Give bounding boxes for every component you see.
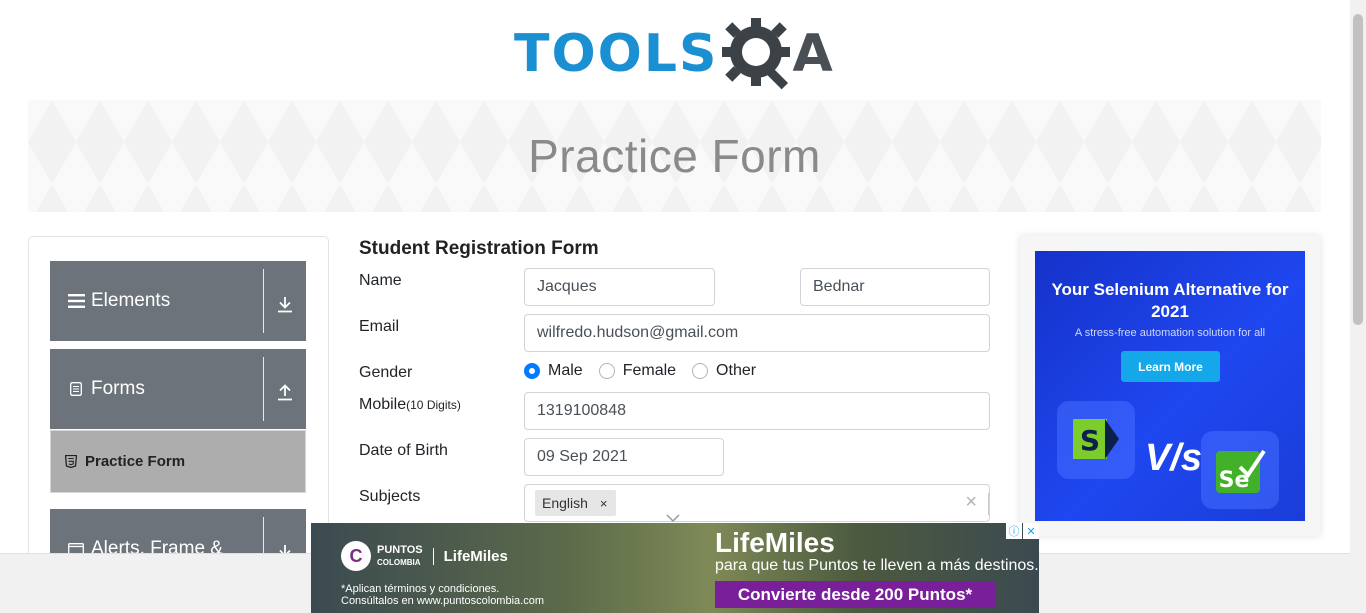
chip-label: English bbox=[542, 495, 588, 511]
legal-line: *Aplican términos y condiciones. bbox=[341, 583, 500, 595]
sidebar-group-elements[interactable]: Elements bbox=[50, 261, 306, 341]
menu-icon bbox=[67, 294, 85, 308]
mobile-label-text: Mobile bbox=[359, 396, 407, 413]
ad-close-icon[interactable]: ✕ bbox=[1023, 523, 1039, 539]
gender-radio-other[interactable]: Other bbox=[692, 362, 756, 380]
scrollbar-thumb[interactable] bbox=[1353, 14, 1363, 325]
gender-radio-male[interactable]: Male bbox=[524, 362, 583, 380]
form-title: Student Registration Form bbox=[359, 238, 599, 259]
selenium-letters: Se bbox=[1219, 468, 1250, 493]
radio-unchecked-icon[interactable] bbox=[598, 363, 615, 379]
dob-label: Date of Birth bbox=[359, 442, 448, 459]
html5-icon bbox=[65, 455, 77, 468]
mobile-input[interactable]: 1319100848 bbox=[524, 392, 990, 430]
gender-radio-female[interactable]: Female bbox=[598, 362, 677, 380]
vertical-scrollbar[interactable] bbox=[1350, 0, 1366, 613]
brand-colombia: COLOMBIA bbox=[377, 557, 421, 567]
upload-arrow-icon[interactable] bbox=[264, 349, 306, 429]
gender-label: Gender bbox=[359, 364, 413, 381]
ad-brand-row: C PUNTOS COLOMBIA LifeMiles bbox=[341, 541, 508, 571]
radio-label: Other bbox=[716, 362, 757, 379]
selenium-logo-icon: Se bbox=[1201, 431, 1279, 509]
katalon-letter: S bbox=[1080, 424, 1100, 457]
subjects-label: Subjects bbox=[359, 488, 421, 505]
radio-label: Male bbox=[548, 362, 583, 379]
sidebar-group-forms[interactable]: Forms bbox=[50, 349, 306, 429]
subject-chip-english: English × bbox=[535, 490, 616, 516]
sidebar-item-label: Practice Form bbox=[85, 453, 186, 470]
sidebar-group-label: Elements bbox=[91, 290, 171, 311]
email-label: Email bbox=[359, 318, 400, 335]
clear-icon[interactable]: × bbox=[965, 492, 977, 512]
brand-puntos: PUNTOS bbox=[377, 543, 423, 556]
gear-magnifier-icon bbox=[720, 16, 796, 92]
email-input[interactable]: wilfredo.hudson@gmail.com bbox=[524, 314, 990, 352]
versus-text: V/s bbox=[1145, 437, 1203, 479]
bottom-ad-banner[interactable]: C PUNTOS COLOMBIA LifeMiles *Aplican tér… bbox=[311, 523, 1039, 613]
puntos-logo-icon: C bbox=[341, 541, 371, 571]
last-name-input[interactable]: Bednar bbox=[800, 268, 990, 306]
ad-tagline: para que tus Puntos te lleven a más dest… bbox=[715, 557, 1039, 574]
ad-brand-lifemiles: LifeMiles bbox=[432, 547, 508, 565]
ad-title: Your Selenium Alternative for 2021 bbox=[1051, 280, 1289, 321]
chip-remove-icon[interactable]: × bbox=[600, 496, 608, 511]
mobile-value: 1319100848 bbox=[537, 402, 626, 419]
ad-brand-puntos: PUNTOS COLOMBIA bbox=[377, 544, 423, 569]
radio-checked-icon[interactable] bbox=[524, 363, 540, 379]
first-name-value: Jacques bbox=[537, 278, 597, 295]
katalon-logo-icon: S bbox=[1057, 401, 1135, 479]
ad-info-icon[interactable]: ⓘ bbox=[1006, 523, 1022, 539]
page-banner: Practice Form bbox=[28, 100, 1321, 212]
sidebar-group-label: Forms bbox=[91, 378, 145, 399]
download-arrow-icon[interactable] bbox=[264, 261, 306, 341]
first-name-input[interactable]: Jacques bbox=[524, 268, 715, 306]
dob-value: 09 Sep 2021 bbox=[537, 448, 628, 465]
sidebar-item-practice-form[interactable]: Practice Form bbox=[50, 430, 306, 493]
logo-text: TOOLS bbox=[514, 24, 719, 84]
gender-radio-group: Male Female Other bbox=[524, 362, 772, 380]
name-label: Name bbox=[359, 272, 402, 289]
date-of-birth-input[interactable]: 09 Sep 2021 bbox=[524, 438, 724, 476]
radio-unchecked-icon[interactable] bbox=[692, 363, 709, 379]
email-value: wilfredo.hudson@gmail.com bbox=[537, 324, 739, 341]
ad-cta-button[interactable]: Convierte desde 200 Puntos* bbox=[715, 581, 995, 608]
mobile-hint: (10 Digits) bbox=[406, 398, 461, 412]
ad-subtitle: A stress-free automation solution for al… bbox=[1074, 327, 1266, 339]
ad-legal: *Aplican términos y condiciones. Consúlt… bbox=[341, 583, 544, 607]
divider bbox=[988, 493, 989, 515]
page-title: Practice Form bbox=[528, 130, 821, 182]
ad-controls: ⓘ ✕ bbox=[1005, 523, 1039, 539]
radio-label: Female bbox=[622, 362, 677, 379]
toolsqa-logo[interactable]: TOOLS A bbox=[514, 16, 840, 92]
page: TOOLS A Practice Form Elements Forms Pra… bbox=[0, 0, 1366, 613]
last-name-value: Bednar bbox=[813, 278, 865, 295]
legal-line: Consúltalos en www.puntoscolombia.com bbox=[341, 595, 544, 607]
mobile-label: Mobile(10 Digits) bbox=[359, 396, 461, 414]
document-icon bbox=[67, 382, 85, 396]
ad-headline: LifeMiles bbox=[715, 527, 835, 558]
subjects-input[interactable]: English × × bbox=[524, 484, 990, 522]
learn-more-button[interactable]: Learn More bbox=[1121, 351, 1220, 382]
right-ad-banner[interactable]: Your Selenium Alternative for 2021 A str… bbox=[1035, 251, 1305, 521]
logo-letter-a: A bbox=[792, 24, 833, 84]
